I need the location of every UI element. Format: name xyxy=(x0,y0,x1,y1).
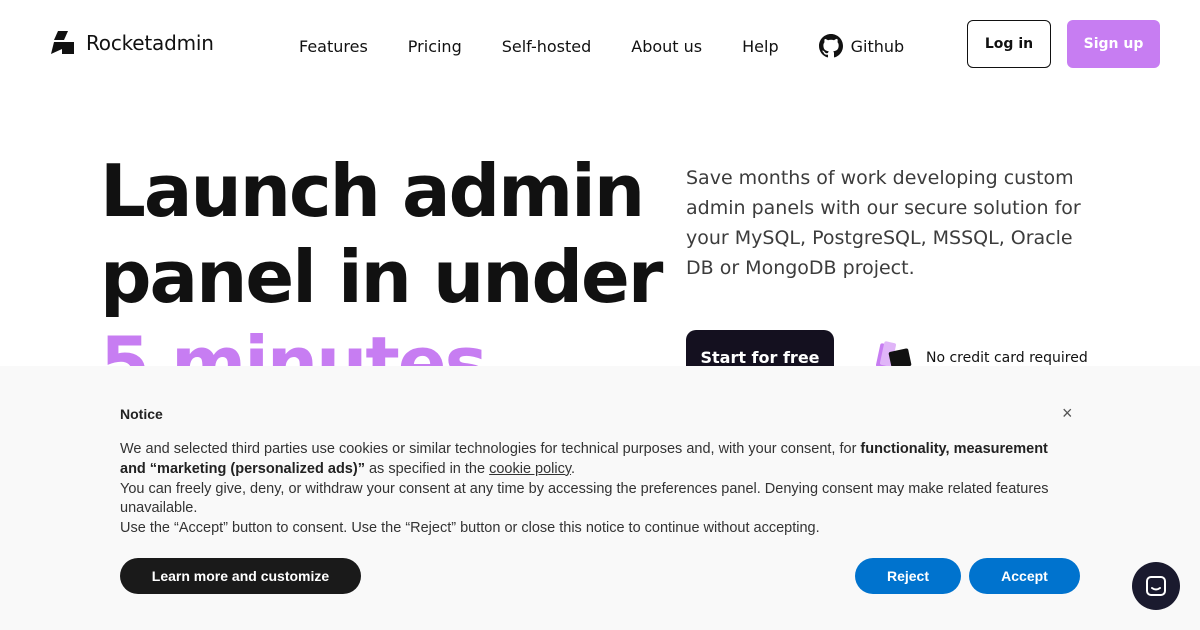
notice-body: We and selected third parties use cookie… xyxy=(120,440,1070,539)
nav-link-self-hosted[interactable]: Self-hosted xyxy=(502,37,592,56)
nav-link-pricing[interactable]: Pricing xyxy=(408,37,462,56)
notice-title: Notice xyxy=(120,406,163,422)
login-button[interactable]: Log in xyxy=(967,20,1051,68)
notice-text: as specified in the xyxy=(364,460,490,477)
nav-link-help[interactable]: Help xyxy=(742,37,778,56)
hero-description: Save months of work developing custom ad… xyxy=(686,167,1081,279)
notice-paragraph-3: Use the “Accept” button to consent. Use … xyxy=(120,520,820,537)
chat-launcher-button[interactable] xyxy=(1132,562,1180,610)
hero-title-line-2: panel in under xyxy=(100,235,663,319)
notice-paragraph-1: We and selected third parties use cookie… xyxy=(120,440,1070,480)
signup-button[interactable]: Sign up xyxy=(1067,20,1160,68)
accept-button[interactable]: Accept xyxy=(969,558,1080,594)
github-label: Github xyxy=(850,36,905,56)
nav-link-about-us[interactable]: About us xyxy=(631,37,702,56)
main-nav: Features Pricing Self-hosted About us He… xyxy=(299,34,904,58)
logo-text: Rocketadmin xyxy=(86,31,214,55)
learn-more-button[interactable]: Learn more and customize xyxy=(120,558,361,594)
reject-button[interactable]: Reject xyxy=(855,558,961,594)
hero-title-line-1: Launch admin xyxy=(100,149,645,233)
notice-text: . xyxy=(571,460,576,477)
logo[interactable]: Rocketadmin xyxy=(50,30,214,56)
cookie-policy-link[interactable]: cookie policy xyxy=(489,461,571,477)
site-header: Rocketadmin Features Pricing Self-hosted… xyxy=(0,0,1200,90)
notice-paragraph-2: You can freely give, deny, or withdraw y… xyxy=(120,480,1049,517)
notice-text: We and selected third parties use cookie… xyxy=(120,441,861,457)
cookie-notice: Notice × We and selected third parties u… xyxy=(0,366,1200,630)
no-credit-card-text: No credit card required xyxy=(926,350,1088,366)
chat-icon xyxy=(1146,576,1166,596)
nav-link-features[interactable]: Features xyxy=(299,37,368,56)
nav-link-github[interactable]: Github xyxy=(818,34,905,58)
close-icon[interactable]: × xyxy=(1062,403,1073,424)
github-icon xyxy=(818,34,843,58)
rocketadmin-logo-icon xyxy=(51,31,74,54)
